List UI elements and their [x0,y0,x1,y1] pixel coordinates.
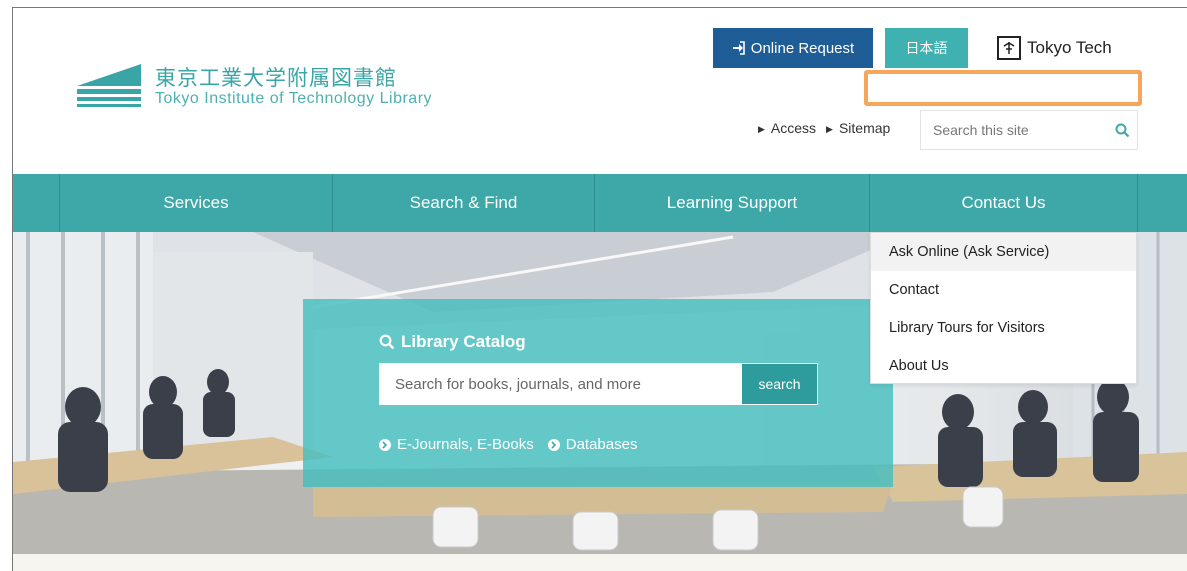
nav-label: Contact Us [961,193,1046,212]
nav-item-services[interactable]: Services [59,174,332,232]
catalog-search-button[interactable]: search [741,363,818,405]
access-label: Access [770,120,817,136]
library-logo[interactable]: 東京工業大学附属図書館 Tokyo Institute of Technolog… [77,60,477,110]
main-nav: Services Search & Find Learning Support … [13,174,1187,232]
search-icon [1115,123,1129,137]
sitemap-link[interactable]: ▶ Sitemap [826,120,890,136]
nav-item-contact-us[interactable]: Contact Us [869,174,1137,232]
triangle-right-icon: ▶ [826,124,833,134]
dropdown-item-label: About Us [889,358,949,374]
site-search-button[interactable] [1107,123,1137,138]
triangle-right-icon: ▶ [758,124,765,134]
utility-links: ▶ Access ▶ Sitemap [758,120,890,136]
tokyotech-link[interactable]: Tokyo Tech [997,34,1112,62]
site-search-input[interactable] [931,121,1107,139]
logo-japanese-name: 東京工業大学附属図書館 [155,66,397,90]
catalog-links: E-Journals, E-Books Databases [379,436,637,453]
circle-arrow-icon [379,438,391,451]
dropdown-item-library-tours[interactable]: Library Tours for Visitors [871,309,1136,347]
language-button[interactable]: 日本語 [885,28,968,68]
tokyotech-label: Tokyo Tech [1027,38,1112,57]
search-icon [379,334,395,350]
highlight-annotation [864,70,1142,106]
language-label: 日本語 [905,40,948,56]
online-request-button[interactable]: Online Request [713,28,873,68]
tokyotech-emblem-icon [997,36,1021,60]
library-logo-mark [77,64,141,107]
dropdown-item-ask-online[interactable]: Ask Online (Ask Service) [871,233,1136,271]
browser-viewport: 東京工業大学附属図書館 Tokyo Institute of Technolog… [12,7,1187,571]
nav-item-search-find[interactable]: Search & Find [332,174,594,232]
dropdown-item-label: Library Tours for Visitors [889,320,1045,336]
databases-label: Databases [565,436,638,453]
catalog-search-button-label: search [758,376,801,392]
sitemap-label: Sitemap [838,120,891,136]
nav-label: Services [163,193,229,212]
content-strip [13,554,1187,571]
access-link[interactable]: ▶ Access [758,120,816,136]
dropdown-item-about-us[interactable]: About Us [871,347,1136,385]
dropdown-item-label: Ask Online (Ask Service) [889,244,1050,260]
catalog-title: Library Catalog [379,332,526,352]
ejournals-ebooks-link[interactable]: E-Journals, E-Books [379,436,534,453]
catalog-title-label: Library Catalog [401,332,526,351]
nav-label: Search & Find [409,193,518,212]
nav-label: Learning Support [666,193,798,212]
nav-spacer [1137,174,1187,232]
library-catalog-panel: Library Catalog search E-Journals, E-Boo… [303,299,893,487]
dropdown-item-contact[interactable]: Contact [871,271,1136,309]
site-search [920,110,1138,150]
nav-item-learning-support[interactable]: Learning Support [594,174,869,232]
dropdown-item-label: Contact [889,282,939,298]
sign-in-icon [732,41,745,55]
logo-english-name: Tokyo Institute of Technology Library [155,90,433,107]
online-request-label: Online Request [750,39,855,57]
databases-link[interactable]: Databases [547,436,638,453]
catalog-search-input[interactable] [379,363,741,405]
ejournals-ebooks-label: E-Journals, E-Books [397,436,534,453]
circle-arrow-icon [547,438,560,451]
contact-us-dropdown: Ask Online (Ask Service) Contact Library… [870,232,1137,384]
